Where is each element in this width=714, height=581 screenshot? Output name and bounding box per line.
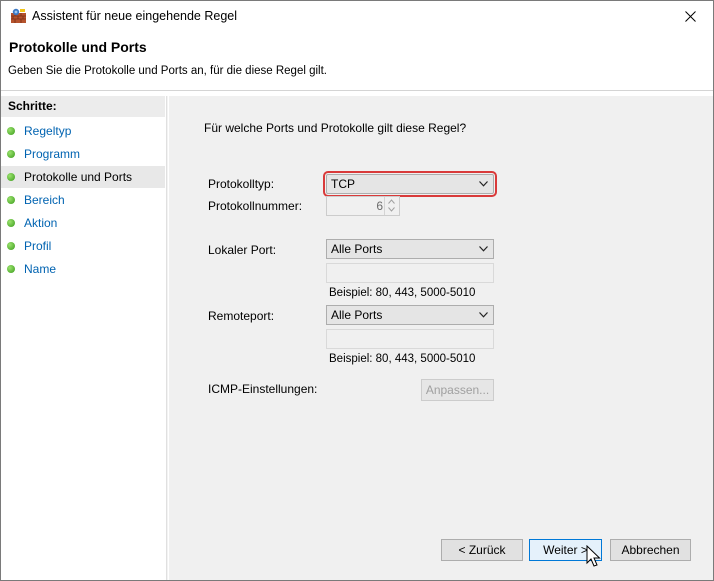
protocol-number-value: 6 <box>376 199 383 213</box>
step-dot-icon <box>7 265 15 273</box>
local-port-label: Lokaler Port: <box>208 243 277 257</box>
step-label: Profil <box>24 239 52 253</box>
local-port-example: Beispiel: 80, 443, 5000-5010 <box>329 287 476 299</box>
step-label: Programm <box>24 147 81 161</box>
icmp-settings-label: ICMP-Einstellungen: <box>208 382 318 396</box>
local-port-value: Alle Ports <box>331 242 383 256</box>
local-port-select[interactable]: Alle Ports <box>326 239 494 259</box>
chevron-up-icon <box>388 199 395 204</box>
stepper-buttons <box>384 197 399 215</box>
protocol-type-label: Protokolltyp: <box>208 177 275 191</box>
step-programm[interactable]: Programm <box>1 143 165 165</box>
customize-icmp-button[interactable]: Anpassen... <box>421 379 494 401</box>
page-title: Protokolle und Ports <box>9 39 147 55</box>
step-dot-icon <box>7 196 15 204</box>
step-protokolle-und-ports[interactable]: Protokolle und Ports <box>1 166 165 188</box>
step-dot-icon <box>7 127 15 135</box>
header-divider <box>1 90 713 91</box>
steps-sidebar: Schritte: Regeltyp Programm Protokolle u… <box>1 96 165 580</box>
step-dot-icon <box>7 242 15 250</box>
wizard-window: Assistent für neue eingehende Regel Prot… <box>0 0 714 581</box>
step-label: Regeltyp <box>24 124 72 138</box>
remote-port-example: Beispiel: 80, 443, 5000-5010 <box>329 353 476 365</box>
step-label: Aktion <box>24 216 58 230</box>
remote-port-select[interactable]: Alle Ports <box>326 305 494 325</box>
chevron-down-icon <box>479 312 488 318</box>
step-label: Name <box>24 262 57 276</box>
step-name[interactable]: Name <box>1 258 165 280</box>
chevron-down-icon <box>388 207 395 212</box>
firewall-icon <box>11 8 26 23</box>
mouse-pointer-icon <box>586 545 601 567</box>
sidebar-divider <box>166 96 168 580</box>
close-icon <box>684 11 696 22</box>
protocol-type-select[interactable]: TCP <box>323 171 497 197</box>
remote-port-value: Alle Ports <box>331 308 383 322</box>
protocol-number-label: Protokollnummer: <box>208 199 303 213</box>
chevron-down-icon <box>479 246 488 252</box>
cancel-button[interactable]: Abbrechen <box>610 539 691 561</box>
question-text: Für welche Ports und Protokolle gilt die… <box>204 121 467 135</box>
step-aktion[interactable]: Aktion <box>1 212 165 234</box>
remote-port-input <box>326 329 494 349</box>
page-description: Geben Sie die Protokolle und Ports an, f… <box>8 65 327 77</box>
close-button[interactable] <box>667 1 713 32</box>
step-bereich[interactable]: Bereich <box>1 189 165 211</box>
remote-port-label: Remoteport: <box>208 309 275 323</box>
local-port-input <box>326 263 494 283</box>
protocol-number-stepper: 6 <box>326 196 400 216</box>
step-dot-icon <box>7 219 15 227</box>
step-label: Bereich <box>24 193 65 207</box>
wizard-header: Protokolle und Ports Geben Sie die Proto… <box>1 32 713 90</box>
steps-title: Schritte: <box>1 96 165 117</box>
protocol-type-value: TCP <box>331 177 355 191</box>
back-button[interactable]: < Zurück <box>441 539 523 561</box>
window-title: Assistent für neue eingehende Regel <box>32 9 238 23</box>
step-dot-icon <box>7 173 15 181</box>
step-label: Protokolle und Ports <box>24 170 133 184</box>
step-dot-icon <box>7 150 15 158</box>
chevron-down-icon <box>479 181 488 187</box>
step-regeltyp[interactable]: Regeltyp <box>1 120 165 142</box>
step-profil[interactable]: Profil <box>1 235 165 257</box>
title-bar: Assistent für neue eingehende Regel <box>1 1 713 32</box>
main-content: Für welche Ports und Protokolle gilt die… <box>169 96 713 580</box>
